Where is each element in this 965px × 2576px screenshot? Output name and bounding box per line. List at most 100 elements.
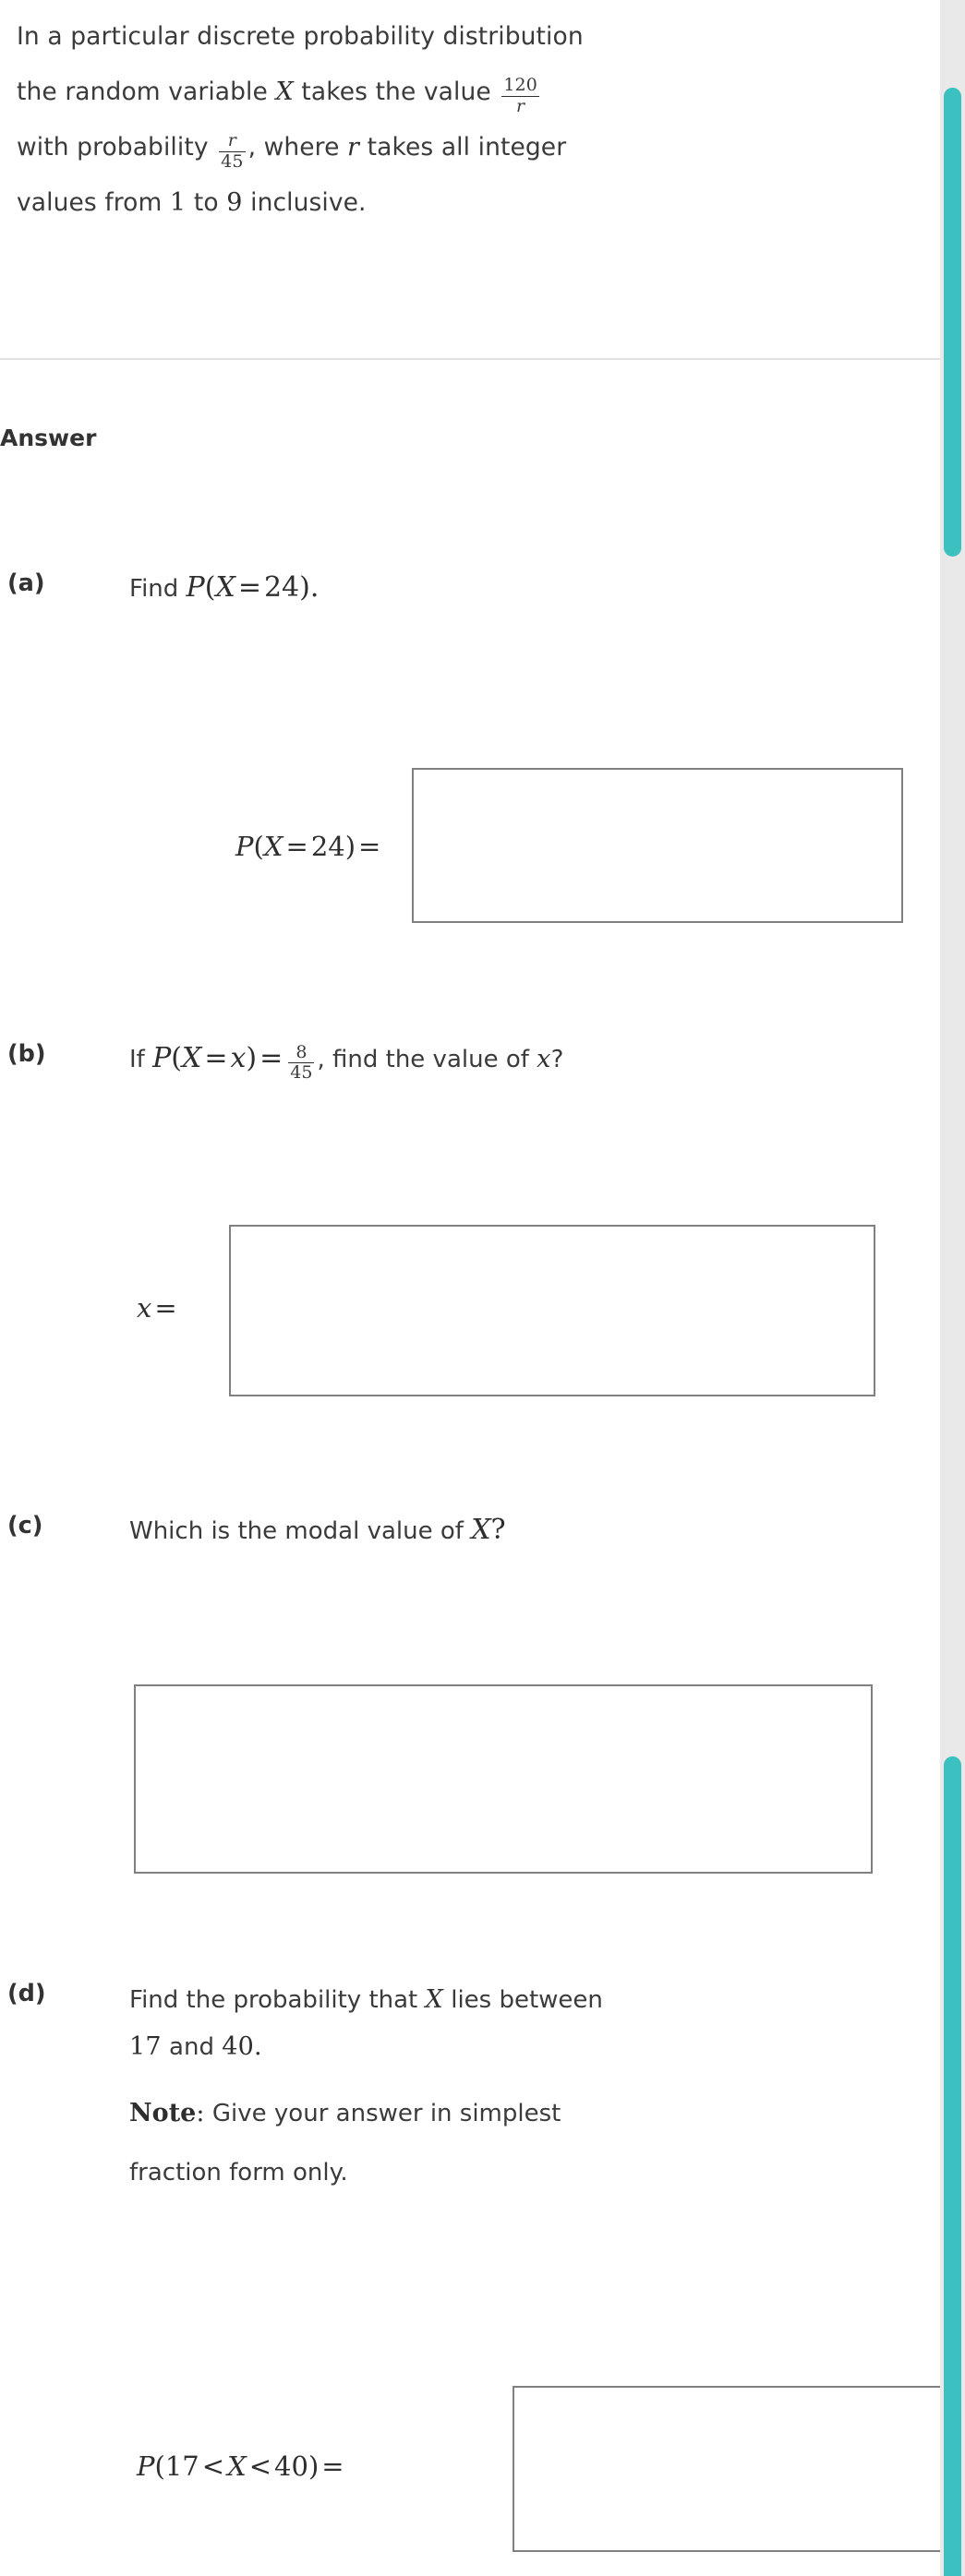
part-d-question-line-2: 17 and 40. [129,2020,923,2074]
part-b-label: (b) [7,1040,46,1068]
part-b-body: If P(X = x) = 8 45, find the value of x? [129,1040,923,1083]
part-a-question: Find P(X = 24). [129,569,923,607]
part-d-eq-close: ) [308,2450,320,2482]
stem-probability-fraction: r 45 [219,131,246,172]
part-a-answer-equation-label: P(X = 24) = [235,831,383,862]
stem-line-3-text-c: takes all integer [367,133,567,162]
part-d-eq-equals: = [321,2450,344,2482]
part-c-answer-input[interactable] [134,1684,873,1874]
part-b-answer-input[interactable] [229,1225,875,1396]
part-a-eq-equals: = [358,831,381,862]
part-c-math-X: X [471,1514,491,1546]
part-a-label: (a) [7,569,45,597]
part-a-math-value: 24 [263,571,300,604]
part-d-text-and: and [169,2033,214,2061]
part-b-math-x: x [230,1042,247,1074]
part-d-range-from: 17 [129,2032,162,2061]
part-d-eq-X: X [227,2450,247,2482]
stem-line-4-text-c: inclusive. [250,188,367,217]
stem-probability-fraction-denominator: 45 [221,150,244,172]
stem-range-to: 9 [226,188,243,217]
part-d-note-label: Note [129,2099,197,2127]
part-c-body: Which is the modal value of X? [129,1512,923,1550]
part-d-eq-high: 40 [274,2450,308,2482]
part-d-question-line-1: Find the probability that X lies between [129,1980,923,2020]
part-d-note-text-2: fraction form only. [129,2159,348,2187]
part-b-answer-equation-label: x = [137,1292,180,1324]
part-b-text-after: , find the value of [317,1046,529,1073]
stem-line-1: In a particular discrete probability dis… [17,9,894,65]
part-a-body: Find P(X = 24). [129,569,923,607]
part-d-note-text: Give your answer in simplest [211,2100,561,2127]
lower-scroll-thumb[interactable] [944,1756,961,2576]
part-d-eq-open: ( [154,2450,165,2482]
answer-heading: Answer [0,425,97,451]
part-d-math-X: X [425,1985,443,2014]
part-a-eq-value: 24 [310,831,345,862]
stem-value-fraction-denominator: r [516,95,525,116]
part-c-question: Which is the modal value of X? [129,1512,923,1550]
part-a-math-P: P [186,571,205,604]
part-b-math-close: ) [246,1042,258,1074]
stem-line-3-text-a: with probability [17,133,209,162]
part-a-answer-input[interactable] [412,768,903,923]
stem-line-1-text: In a particular discrete probability dis… [17,22,584,51]
part-a-math: P(X = 24). [187,571,320,604]
part-b-eq-x: x [137,1292,152,1324]
part-d-range-to: 40 [222,2032,254,2061]
stem-parameter-r: r [347,133,360,162]
part-d-answer-input[interactable] [513,2386,940,2552]
part-b-question: If P(X = x) = 8 45, find the value of x? [129,1040,923,1083]
part-c-text: Which is the modal value of [129,1517,464,1545]
part-d-eq-low: 17 [164,2450,199,2482]
stem-line-4: values from 1 to 9 inclusive. [17,175,894,231]
part-d-note-colon: : [196,2099,205,2127]
part-b-math-P: P [152,1042,172,1074]
part-a-math-period: . [309,571,320,604]
part-b-fraction-numerator: 8 [288,1043,315,1064]
stem-line-2-text-b: takes the value [301,78,491,106]
part-d-label: (d) [7,1980,46,2007]
part-a-eq-P: P [235,831,254,862]
stem-line-4-text-a: values from [17,188,163,217]
stem-probability-fraction-numerator: r [219,131,246,152]
part-b-math-open: ( [171,1042,182,1074]
stem-value-fraction: 120 r [501,74,539,116]
part-b-eq-equals: = [154,1292,177,1324]
part-b-fraction-denominator: 45 [290,1062,313,1084]
stem-line-4-text-b: to [193,188,219,217]
stem-line-3-text-b: , where [247,133,340,162]
question-content-pane: In a particular discrete probability dis… [0,0,940,2576]
part-d-eq-lt-1: < [201,2450,225,2482]
part-b-math-equals-2: = [259,1042,283,1074]
stem-line-3: with probability r 45 , where r takes al… [17,120,894,175]
part-a-eq-open: ( [253,831,264,862]
part-b-probability-fraction: 8 45 [288,1043,315,1084]
part-a-math-X: X [215,571,235,604]
part-a-text: Find [129,575,179,603]
part-d-text-a: Find the probability that [129,1986,418,2014]
part-b-math-X: X [182,1042,202,1074]
part-d-note-line-2: fraction form only. [129,2153,923,2192]
upper-scroll-thumb[interactable] [944,88,961,557]
vertical-scrollbar-track[interactable] [940,0,965,2576]
part-d-body: Find the probability that X lies between… [129,1980,923,2192]
part-a-math-close: ) [299,571,310,604]
part-d-eq-lt-2: < [248,2450,272,2482]
part-b-text-question: ? [550,1046,564,1073]
part-b-text-if: If [129,1046,145,1073]
question-stem: In a particular discrete probability dis… [17,9,894,231]
part-d-text-b: lies between [451,1986,603,2014]
section-divider [0,358,940,360]
part-c-label: (c) [7,1512,43,1540]
part-a-eq-inner-equals: = [285,831,308,862]
part-a-math-open: ( [204,571,216,604]
part-d-note-line-1: Note: Give your answer in simplest [129,2074,923,2153]
stem-line-2-text-a: the random variable [17,78,268,106]
part-b-math-equals-1: = [204,1042,228,1074]
part-a-eq-X: X [263,831,283,862]
stem-value-fraction-numerator: 120 [501,74,539,97]
part-b-math-x2: x [537,1045,551,1073]
page-frame: In a particular discrete probability dis… [0,0,965,2576]
stem-line-2: the random variable X takes the value 12… [17,65,894,120]
